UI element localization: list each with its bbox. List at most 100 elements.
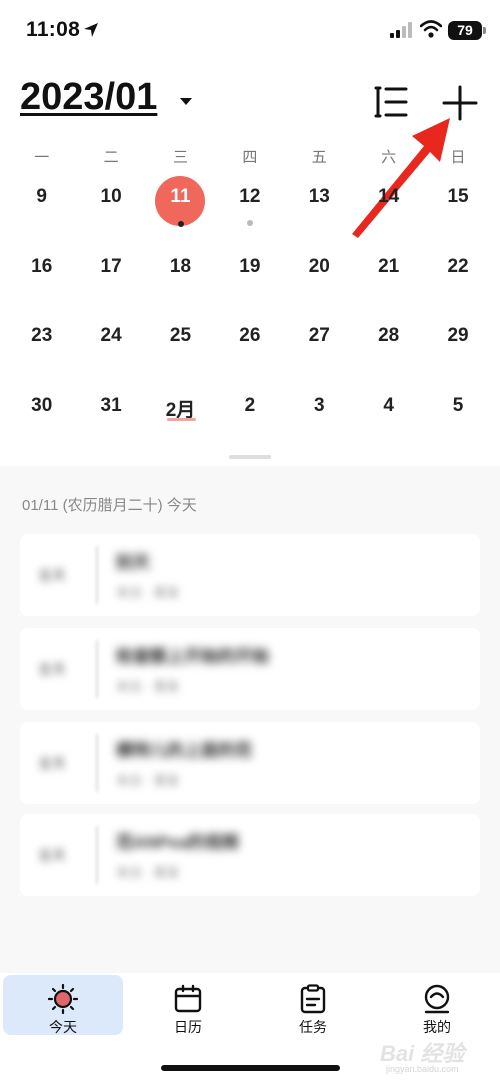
tab-tasks[interactable]: 任务: [253, 975, 373, 1035]
chevron-down-icon[interactable]: [180, 98, 192, 105]
tab-label: 今天: [49, 1019, 77, 1035]
day-cell[interactable]: 18: [146, 234, 215, 304]
event-card[interactable]: 全天 模特儿的上面的范 来自 · 重复: [20, 722, 480, 804]
day-cell[interactable]: 26: [215, 303, 284, 373]
day-cell[interactable]: 25: [146, 303, 215, 373]
event-card[interactable]: 全天 范ANPea的视频 来自 · 重复: [20, 814, 480, 896]
calendar-grid: 9 10 11 12 13 14 15 16 17 18 19 20 21 22…: [7, 164, 493, 442]
day-cell[interactable]: 12: [215, 164, 284, 234]
event-divider: [96, 826, 98, 884]
agenda-panel: 01/11 (农历腊月二十) 今天 全天 别天 来自 · 重复 全天 检查额上开…: [0, 466, 500, 973]
tab-label: 我的: [423, 1019, 451, 1035]
day-cell[interactable]: 28: [354, 303, 423, 373]
day-cell[interactable]: 16: [7, 234, 76, 304]
day-number: 5: [452, 394, 464, 416]
day-number: 28: [378, 325, 400, 346]
day-cell[interactable]: 31: [76, 373, 145, 443]
day-number: 3: [313, 394, 325, 416]
week-row: 9 10 11 12 13 14 15: [7, 164, 493, 234]
list-view-icon[interactable]: [372, 84, 412, 120]
event-card[interactable]: 全天 检查额上开始的开始 来自 · 重复: [20, 628, 480, 710]
day-number: 29: [447, 325, 469, 346]
day-number: 27: [308, 325, 330, 346]
event-time: 全天: [38, 847, 66, 863]
location-arrow-icon: [84, 23, 98, 37]
day-number: 19: [239, 255, 261, 277]
day-cell[interactable]: 10: [76, 164, 145, 234]
wifi-icon: [420, 20, 442, 38]
day-cell-today[interactable]: 11: [146, 164, 215, 234]
day-number: 17: [100, 255, 122, 277]
day-number: 26: [239, 325, 261, 346]
day-cell[interactable]: 22: [423, 234, 492, 304]
day-number: 13: [308, 186, 330, 207]
event-time: 全天: [38, 755, 66, 771]
month-marker-underline: [166, 417, 196, 421]
day-cell[interactable]: 21: [354, 234, 423, 304]
day-number: 31: [100, 394, 122, 416]
day-number: 9: [36, 186, 47, 207]
calendar-icon: [174, 984, 202, 1013]
day-cell-month-start[interactable]: 2月: [146, 373, 215, 443]
day-cell[interactable]: 14: [354, 164, 423, 234]
event-time: 全天: [38, 661, 66, 677]
profile-icon: [424, 984, 450, 1014]
day-number: 22: [447, 255, 469, 277]
sun-icon: [48, 984, 78, 1014]
event-divider: [96, 640, 98, 698]
day-cell[interactable]: 9: [7, 164, 76, 234]
day-number: 11: [170, 186, 191, 207]
tab-label: 任务: [299, 1019, 327, 1035]
tab-profile[interactable]: 我的: [377, 975, 497, 1035]
status-time: 11:08: [26, 18, 81, 41]
agenda-date-label: 01/11 (农历腊月二十) 今天: [22, 497, 197, 514]
day-number: 18: [169, 255, 192, 277]
tab-today[interactable]: 今天: [3, 975, 123, 1035]
event-subtitle: 来自 · 重复: [116, 865, 180, 880]
event-subtitle: 来自 · 重复: [116, 773, 180, 788]
day-cell[interactable]: 3: [285, 373, 354, 443]
day-number: 21: [378, 255, 400, 277]
day-cell[interactable]: 15: [423, 164, 492, 234]
day-cell[interactable]: 13: [285, 164, 354, 234]
tab-label: 日历: [174, 1019, 202, 1035]
day-cell[interactable]: 24: [76, 303, 145, 373]
day-cell[interactable]: 30: [7, 373, 76, 443]
status-bar: 11:08 79: [0, 0, 500, 60]
watermark-url: jingyan.baidu.com: [386, 1064, 459, 1074]
month-title[interactable]: 2023/01: [20, 76, 157, 119]
event-dot: [177, 221, 184, 227]
event-dot: [247, 220, 254, 226]
tab-calendar[interactable]: 日历: [128, 975, 248, 1035]
day-cell[interactable]: 4: [354, 373, 423, 443]
battery-tip: [483, 27, 486, 34]
day-cell[interactable]: 2: [215, 373, 284, 443]
day-number: 12: [239, 186, 261, 207]
drag-handle[interactable]: [229, 455, 271, 459]
day-number: 15: [447, 186, 469, 207]
day-number: 10: [100, 186, 122, 207]
day-cell[interactable]: 29: [423, 303, 492, 373]
day-cell[interactable]: 19: [215, 234, 284, 304]
day-cell[interactable]: 27: [285, 303, 354, 373]
day-cell[interactable]: 23: [7, 303, 76, 373]
day-number: 4: [383, 394, 394, 416]
event-title: 检查额上开始的开始: [116, 647, 269, 666]
event-divider: [96, 546, 98, 604]
add-icon[interactable]: [440, 84, 480, 122]
event-title: 别天: [116, 553, 150, 572]
week-row: 16 17 18 19 20 21 22: [7, 234, 493, 304]
day-cell[interactable]: 5: [423, 373, 492, 443]
home-indicator[interactable]: [161, 1065, 340, 1071]
cellular-signal-icon: [390, 22, 412, 38]
event-divider: [96, 734, 98, 792]
day-number: 30: [31, 394, 53, 416]
event-time: 全天: [38, 567, 66, 583]
clipboard-icon: [300, 984, 326, 1014]
day-cell[interactable]: 17: [76, 234, 145, 304]
day-number: 25: [169, 325, 192, 346]
event-card[interactable]: 全天 别天 来自 · 重复: [20, 534, 480, 616]
day-cell[interactable]: 20: [285, 234, 354, 304]
event-title: 范ANPea的视频: [116, 833, 239, 852]
day-number: 20: [308, 255, 330, 277]
